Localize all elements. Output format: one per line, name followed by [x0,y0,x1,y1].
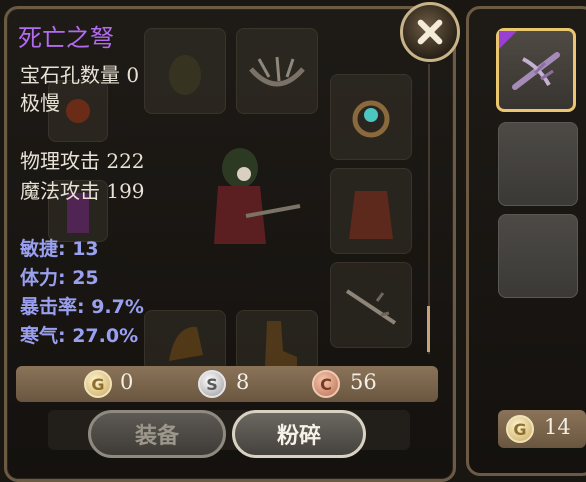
socket-count: 宝石孔数量 0 [20,63,140,87]
side-gold-amount: 14 [544,415,571,439]
side-slot-empty-2[interactable] [498,214,578,298]
ghost-slot-claw [236,28,318,114]
ghost-slot-gloves [144,310,226,372]
ghost-slot-boots [236,310,318,372]
close-icon [417,19,443,45]
side-slot-crossbow[interactable] [496,28,576,112]
physical-attack: 物理攻击 222 [20,149,145,173]
copper-amount: 56 [350,370,377,394]
attack-speed: 极慢 [20,91,60,115]
silver-amount: 8 [236,370,250,394]
stat-frost: 寒气: 27.0% [20,325,139,347]
ghost-slot-armor [330,168,412,254]
copper-coin-icon: C [312,370,340,398]
ghost-slot-necklace [144,28,226,114]
stat-stamina: 体力: 25 [20,267,99,289]
gold-coin-icon: G [84,370,112,398]
character-preview [186,140,306,260]
side-slot-empty-1[interactable] [498,122,578,206]
stat-agility: 敏捷: 13 [20,238,99,260]
item-name: 死亡之弩 [18,24,114,52]
gold-amount: 0 [120,370,134,394]
stat-crit-rate: 暴击率: 9.7% [20,296,144,318]
tooltip-scroll-thumb[interactable] [427,306,430,352]
side-gold-coin-icon: G [506,415,534,443]
ghost-slot-ring [330,74,412,160]
equip-button[interactable]: 装备 [88,410,226,458]
ghost-slot-weapon [330,262,412,348]
magic-attack: 魔法攻击 199 [20,179,145,203]
crossbow-icon [512,52,560,90]
silver-coin-icon: S [198,370,226,398]
close-button[interactable] [400,2,460,62]
smash-button[interactable]: 粉碎 [232,410,366,458]
